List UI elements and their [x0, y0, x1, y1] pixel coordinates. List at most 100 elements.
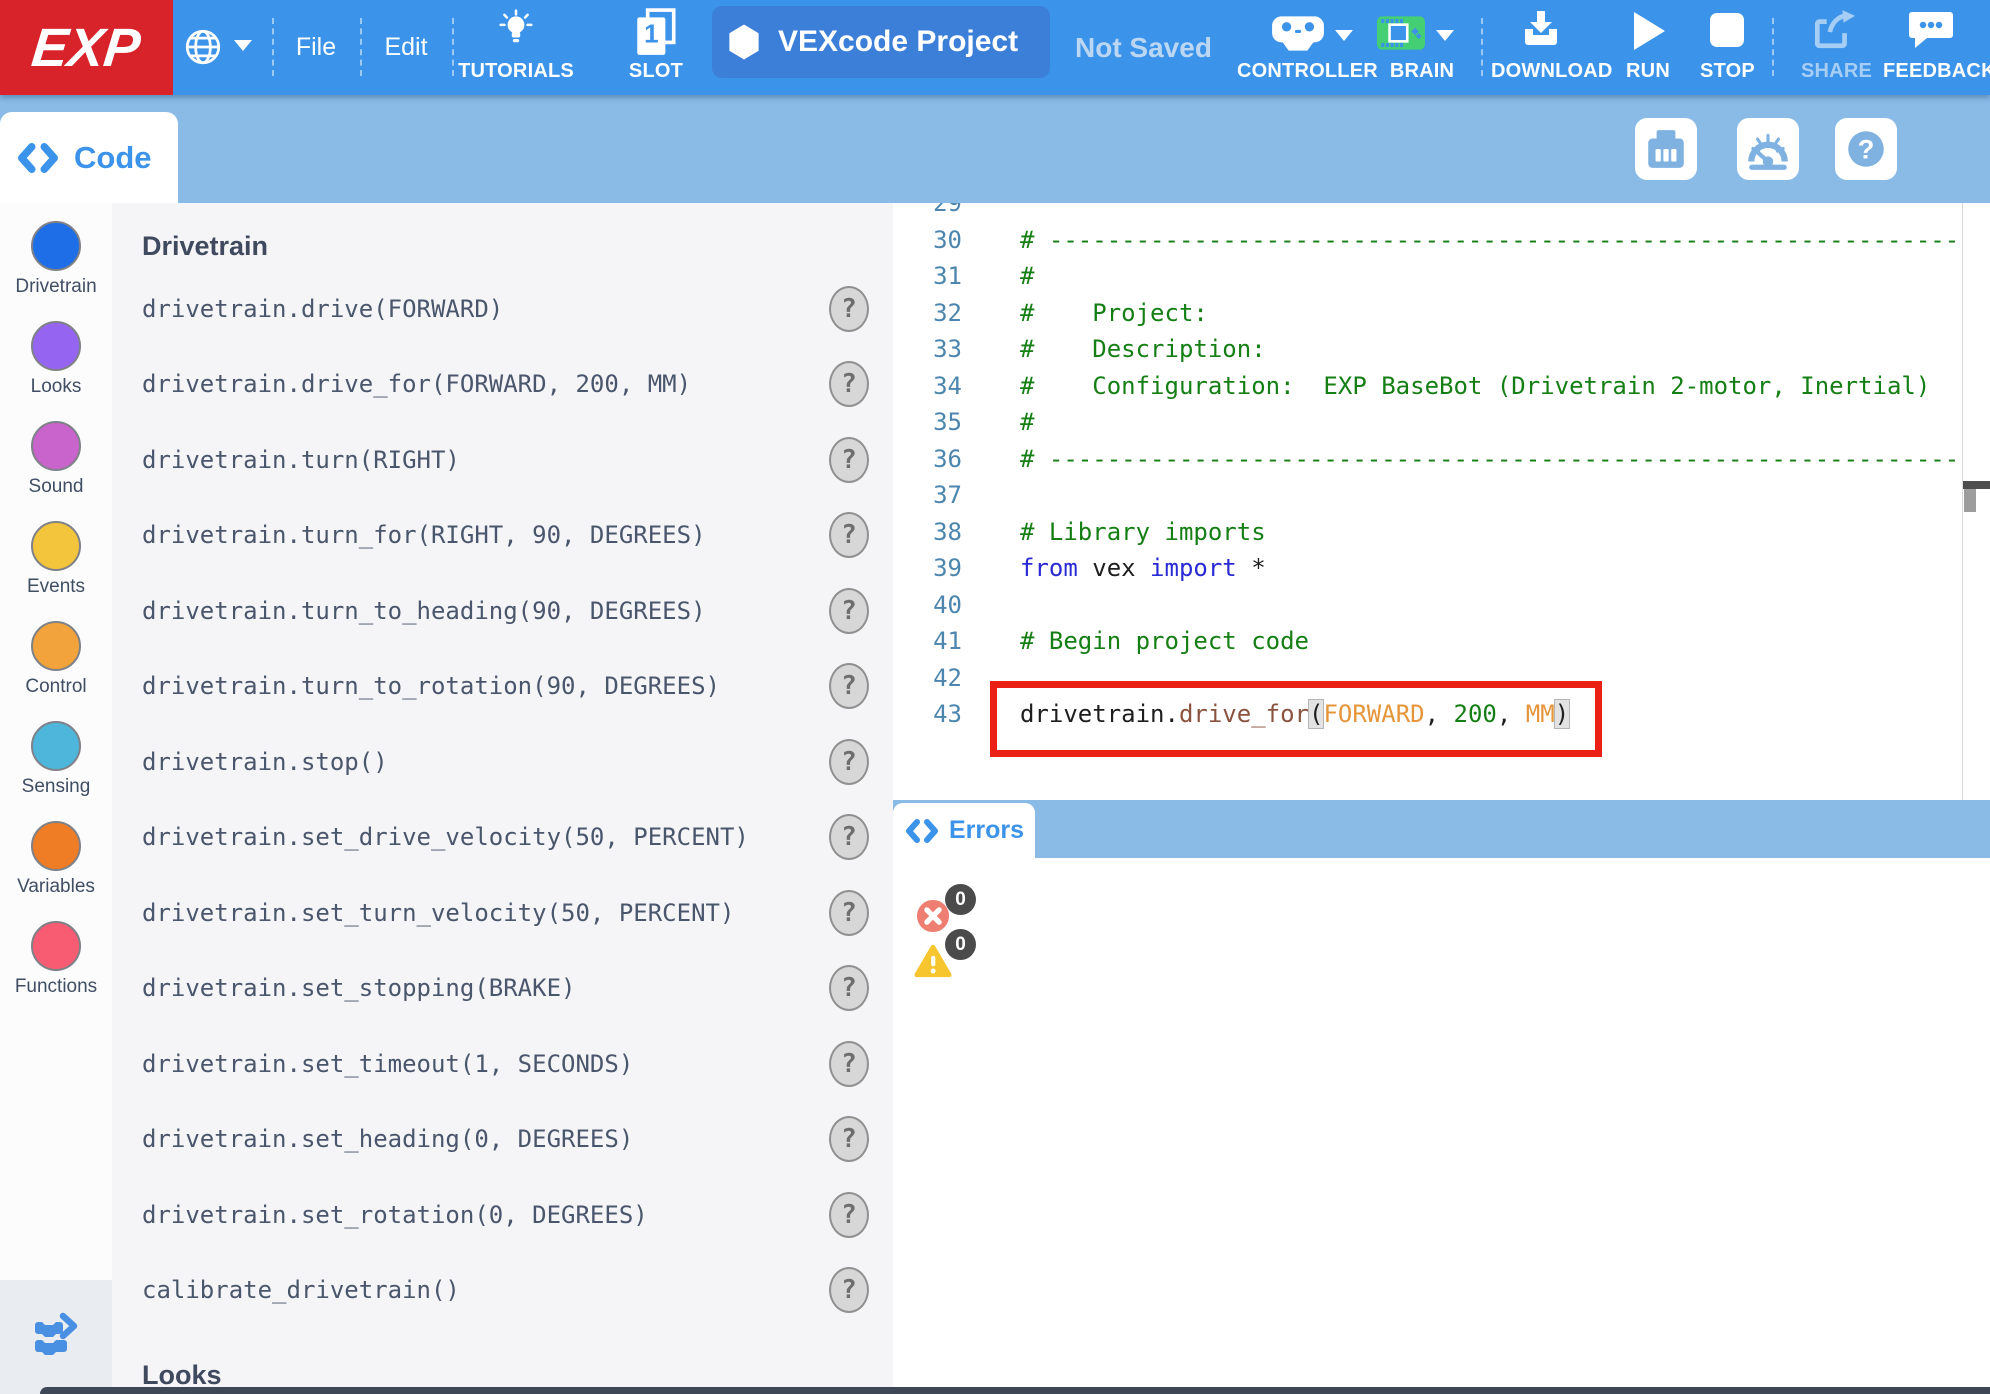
code-line: 42: [893, 660, 1962, 697]
language-menu[interactable]: [182, 0, 260, 95]
feedback-button[interactable]: FEEDBACK: [1883, 0, 1979, 95]
edit-menu[interactable]: Edit: [368, 0, 444, 95]
blocks-toggle-button[interactable]: [27, 1312, 85, 1362]
sidebar-item-looks[interactable]: Looks: [0, 303, 112, 403]
code-brackets-icon: [16, 143, 60, 173]
command-list-panel: Drivetrain drivetrain.drive(FORWARD)?dri…: [112, 203, 893, 1394]
category-label: Looks: [31, 376, 82, 398]
line-content: # Description:: [1020, 331, 1266, 368]
line-number: 33: [893, 331, 962, 368]
command-help-button[interactable]: ?: [829, 361, 869, 407]
command-help-button[interactable]: ?: [829, 1041, 869, 1087]
slot-button[interactable]: 1 SLOT: [614, 0, 698, 95]
command-list-item[interactable]: drivetrain.set_drive_velocity(50, PERCEN…: [112, 800, 893, 876]
devices-button[interactable]: [1635, 118, 1697, 180]
controller-button[interactable]: CONTROLLER: [1237, 0, 1361, 95]
monitor-button[interactable]: [1737, 118, 1799, 180]
tab-errors[interactable]: Errors: [893, 803, 1035, 858]
project-name: VEXcode Project: [778, 25, 1018, 59]
command-list-item[interactable]: drivetrain.turn_to_rotation(90, DEGREES)…: [112, 649, 893, 725]
topbar: EXP File Edit TUTORIALS: [0, 0, 1990, 95]
command-help-button[interactable]: ?: [829, 663, 869, 709]
download-button[interactable]: DOWNLOAD: [1491, 0, 1591, 95]
sidebar-item-variables[interactable]: Variables: [0, 803, 112, 903]
command-list-item[interactable]: drivetrain.set_timeout(1, SECONDS)?: [112, 1026, 893, 1102]
globe-icon: [182, 26, 224, 73]
code-token: FORWARD: [1323, 700, 1424, 728]
command-text: drivetrain.set_stopping(BRAKE): [142, 974, 829, 1002]
project-name-button[interactable]: VEXcode Project: [712, 6, 1050, 78]
command-help-button[interactable]: ?: [829, 890, 869, 936]
command-list-item[interactable]: drivetrain.drive(FORWARD)?: [112, 271, 893, 347]
code-line: 37: [893, 477, 1962, 514]
category-circle-icon: [31, 221, 81, 271]
sidebar-item-control[interactable]: Control: [0, 603, 112, 703]
code-token: ,: [1425, 700, 1454, 728]
command-help-button[interactable]: ?: [829, 286, 869, 332]
tab-code[interactable]: Code: [0, 112, 178, 203]
brain-button[interactable]: BRAIN: [1374, 0, 1470, 95]
code-line: 33 # Description:: [893, 331, 1962, 368]
code-token: ): [1555, 700, 1569, 728]
line-number: 34: [893, 368, 962, 405]
command-help-button[interactable]: ?: [829, 588, 869, 634]
command-list-item[interactable]: drivetrain.drive_for(FORWARD, 200, MM)?: [112, 347, 893, 423]
file-menu[interactable]: File: [280, 0, 352, 95]
command-help-button[interactable]: ?: [829, 739, 869, 785]
sidebar-item-drivetrain[interactable]: Drivetrain: [0, 203, 112, 303]
run-button[interactable]: RUN: [1623, 0, 1673, 95]
share-button[interactable]: SHARE: [1801, 0, 1863, 95]
line-number: 32: [893, 295, 962, 332]
stop-icon: [1710, 13, 1744, 47]
sidebar-item-events[interactable]: Events: [0, 503, 112, 603]
scrollbar-thumb[interactable]: [1964, 489, 1976, 512]
command-list-item[interactable]: drivetrain.set_stopping(BRAKE)?: [112, 951, 893, 1027]
code-token: vex: [1078, 554, 1150, 582]
command-list-item[interactable]: drivetrain.set_turn_velocity(50, PERCENT…: [112, 875, 893, 951]
command-list-item[interactable]: drivetrain.stop()?: [112, 724, 893, 800]
command-list-item[interactable]: drivetrain.set_rotation(0, DEGREES)?: [112, 1177, 893, 1253]
command-text: drivetrain.drive_for(FORWARD, 200, MM): [142, 370, 829, 398]
command-help-button[interactable]: ?: [829, 965, 869, 1011]
code-editor[interactable]: 2930# ----------------------------------…: [893, 203, 1962, 800]
category-circle-icon: [31, 421, 81, 471]
line-content: #: [1020, 404, 1034, 441]
hexagon-icon: [726, 23, 762, 61]
code-brackets-icon: [905, 819, 939, 843]
sidebar-item-functions[interactable]: Functions: [0, 903, 112, 1003]
command-list-item[interactable]: drivetrain.turn(RIGHT)?: [112, 422, 893, 498]
code-token: # Project:: [1020, 299, 1208, 327]
code-line: 39from vex import *: [893, 550, 1962, 587]
share-icon: [1811, 10, 1855, 55]
command-help-button[interactable]: ?: [829, 1267, 869, 1313]
command-list-item[interactable]: drivetrain.turn_for(RIGHT, 90, DEGREES)?: [112, 498, 893, 574]
command-help-button[interactable]: ?: [829, 512, 869, 558]
tutorials-button[interactable]: TUTORIALS: [455, 0, 577, 95]
command-list-item[interactable]: drivetrain.turn_to_heading(90, DEGREES)?: [112, 573, 893, 649]
code-token: MM: [1526, 700, 1555, 728]
editor-scrollbar: [1962, 203, 1990, 800]
command-help-button[interactable]: ?: [829, 814, 869, 860]
code-token: # --------------------------------------…: [1020, 445, 1962, 473]
command-help-button[interactable]: ?: [829, 1192, 869, 1238]
code-token: import: [1150, 554, 1237, 582]
help-panel-button[interactable]: ?: [1835, 118, 1897, 180]
code-line: 43drivetrain.drive_for(FORWARD, 200, MM): [893, 696, 1962, 733]
command-help-button[interactable]: ?: [829, 437, 869, 483]
code-token: # Begin project code: [1020, 627, 1309, 655]
command-help-button[interactable]: ?: [829, 1116, 869, 1162]
toolbar-divider: [1772, 18, 1774, 76]
category-label: Sound: [29, 476, 84, 498]
code-token: #: [1020, 408, 1034, 436]
stop-button[interactable]: STOP: [1700, 0, 1755, 95]
sidebar-item-sensing[interactable]: Sensing: [0, 703, 112, 803]
category-label: Events: [27, 576, 85, 598]
exp-logo-text: EXP: [29, 17, 144, 79]
code-line: 40: [893, 587, 1962, 624]
command-list-item[interactable]: drivetrain.set_heading(0, DEGREES)?: [112, 1102, 893, 1178]
line-number: 43: [893, 696, 962, 733]
sidebar-item-sound[interactable]: Sound: [0, 403, 112, 503]
error-icon: [916, 899, 950, 938]
code-token: # Configuration: EXP BaseBot (Drivetrain…: [1020, 372, 1930, 400]
command-list-item[interactable]: calibrate_drivetrain()?: [112, 1253, 893, 1329]
